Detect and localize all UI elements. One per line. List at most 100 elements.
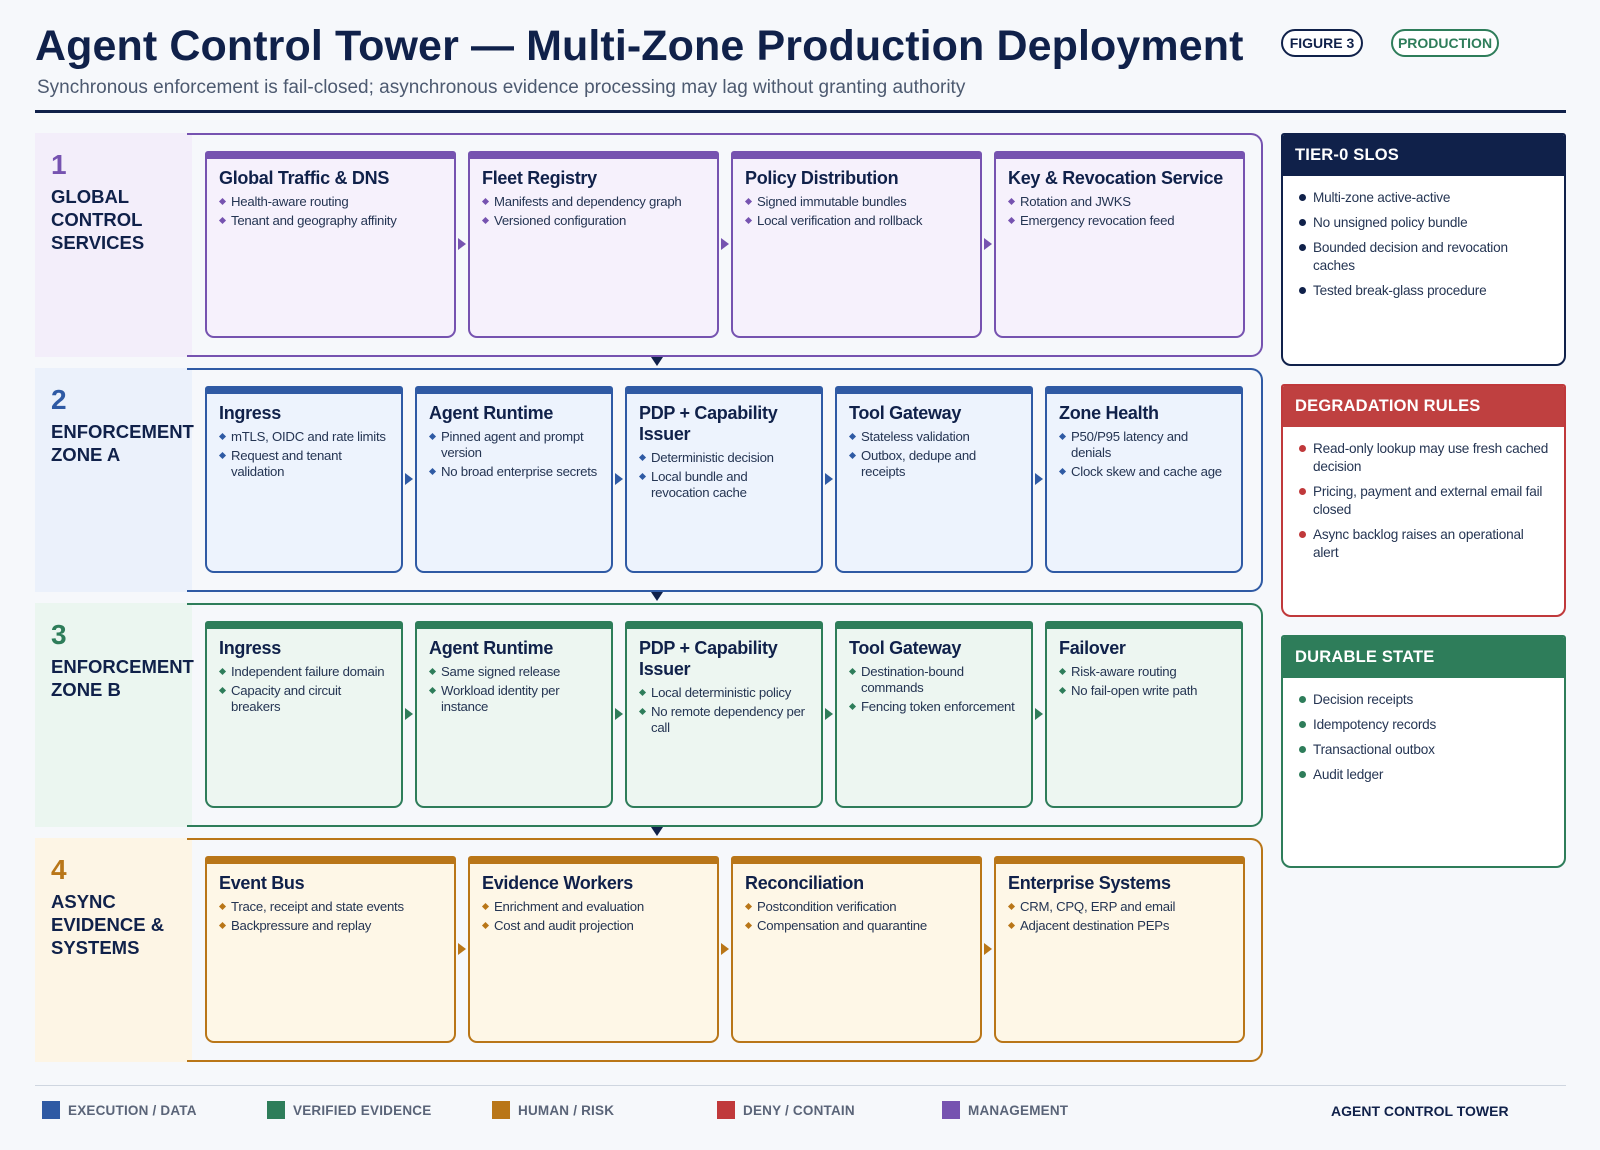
flow-arrow [1035, 473, 1043, 485]
component-card: PDP + Capability Issuer Local determinist… [625, 621, 823, 808]
feature-item: Capacity and circuit breakers [219, 683, 389, 715]
band-name: ENFORCEMENT ZONE A [51, 421, 194, 465]
component-title: Event Bus [219, 873, 305, 893]
degradation-rules-panel: DEGRADATION RULES Read-only lookup may us… [1281, 384, 1566, 617]
panel-title: TIER-0 SLOS [1283, 135, 1564, 176]
feature-item: Backpressure and replay [219, 918, 442, 934]
flow-arrow [721, 238, 729, 250]
feature-item: Pinned agent and prompt version [429, 429, 599, 461]
component-card: PDP + Capability Issuer Deterministic dec… [625, 386, 823, 573]
component-features: Health-aware routing Tenant and geography… [219, 194, 442, 229]
component-title: Global Traffic & DNS [219, 168, 390, 188]
header-divider [35, 110, 1566, 113]
panel-item: Bounded decision and revocation caches [1297, 239, 1552, 275]
flow-arrow [984, 943, 992, 955]
component-features: Rotation and JWKS Emergency revocation fe… [1008, 194, 1231, 229]
component-card: Tool Gateway Destination-bound commands Fe… [835, 621, 1033, 808]
component-features: Manifests and dependency graph Versioned … [482, 194, 705, 229]
legend-swatch [267, 1101, 285, 1119]
flow-arrow [405, 473, 413, 485]
panel-title: DURABLE STATE [1283, 637, 1564, 678]
feature-item: Deterministic decision [639, 450, 809, 466]
component-card: Tool Gateway Stateless validation Outbox, … [835, 386, 1033, 573]
band-flow-arrow [651, 827, 663, 836]
component-title: Enterprise Systems [1008, 873, 1171, 893]
component-title: Ingress [219, 638, 281, 658]
component-title: Agent Runtime [429, 403, 554, 423]
flow-arrow [458, 238, 466, 250]
tier0-slos-panel: TIER-0 SLOS Multi-zone active-active No un… [1281, 133, 1566, 366]
band-1: 1 GLOBAL CONTROL SERVICES Global Traffic &… [35, 133, 1263, 366]
legend-label: VERIFIED EVIDENCE [293, 1102, 432, 1118]
feature-item: Fencing token enforcement [849, 699, 1019, 715]
feature-item: Trace, receipt and state events [219, 899, 442, 915]
component-card: Fleet Registry Manifests and dependency g… [468, 151, 719, 338]
panel-item: Idempotency records [1297, 716, 1552, 734]
feature-item: Local verification and rollback [745, 213, 968, 229]
legend-item: HUMAN / RISK [492, 1101, 614, 1119]
band-number: 2 [51, 384, 67, 415]
flow-arrow [984, 238, 992, 250]
feature-item: Independent failure domain [219, 664, 389, 680]
feature-item: Postcondition verification [745, 899, 968, 915]
legend-item: MANAGEMENT [942, 1101, 1068, 1119]
panel-item: Multi-zone active-active [1297, 189, 1552, 207]
figure-badge: FIGURE 3 [1281, 29, 1363, 57]
component-card: Policy Distribution Signed immutable bund… [731, 151, 982, 338]
feature-item: Workload identity per instance [429, 683, 599, 715]
band-flow-arrow [651, 592, 663, 601]
feature-item: Enrichment and evaluation [482, 899, 705, 915]
feature-item: Destination-bound commands [849, 664, 1019, 696]
feature-item: Local deterministic policy [639, 685, 809, 701]
component-card: Agent Runtime Pinned agent and prompt ver… [415, 386, 613, 573]
feature-item: Cost and audit projection [482, 918, 705, 934]
component-title: Reconciliation [745, 873, 864, 893]
band-name: GLOBAL CONTROL SERVICES [51, 186, 145, 253]
flow-arrow [825, 473, 833, 485]
component-title: Fleet Registry [482, 168, 597, 188]
band-2: 2 ENFORCEMENT ZONE A Ingress mTLS, OIDC and… [35, 368, 1263, 601]
feature-item: Emergency revocation feed [1008, 213, 1231, 229]
feature-item: Risk-aware routing [1059, 664, 1229, 680]
component-card: Ingress mTLS, OIDC and rate limits Request… [205, 386, 403, 573]
component-card: Zone Health P50/P95 latency and denials Cl… [1045, 386, 1243, 573]
component-title: PDP + Capability Issuer [639, 403, 778, 444]
legend-swatch [942, 1101, 960, 1119]
component-card: Evidence Workers Enrichment and evaluatio… [468, 856, 719, 1043]
feature-item: No broad enterprise secrets [429, 464, 599, 480]
component-card: Global Traffic & DNS Health-aware routing… [205, 151, 456, 338]
feature-item: Stateless validation [849, 429, 1019, 445]
band-label: 1 GLOBAL CONTROL SERVICES [35, 133, 192, 357]
flow-arrow [405, 708, 413, 720]
feature-item: No remote dependency per call [639, 704, 809, 736]
component-title: Evidence Workers [482, 873, 633, 893]
component-features: P50/P95 latency and denials Clock skew an… [1059, 429, 1229, 480]
legend-swatch [717, 1101, 735, 1119]
flow-arrow [1035, 708, 1043, 720]
band-name: ASYNC EVIDENCE & SYSTEMS [51, 891, 165, 958]
legend-swatch [42, 1101, 60, 1119]
component-title: Ingress [219, 403, 281, 423]
component-card: Enterprise Systems CRM, CPQ, ERP and emai… [994, 856, 1245, 1043]
component-features: Independent failure domain Capacity and c… [219, 664, 389, 715]
feature-item: Signed immutable bundles [745, 194, 968, 210]
legend-item: VERIFIED EVIDENCE [267, 1101, 431, 1119]
feature-item: Outbox, dedupe and receipts [849, 448, 1019, 480]
component-title: Agent Runtime [429, 638, 554, 658]
panel-list: Read-only lookup may use fresh cached de… [1283, 427, 1564, 562]
band-3: 3 ENFORCEMENT ZONE B Ingress Independent fa… [35, 603, 1263, 836]
flow-arrow [825, 708, 833, 720]
panel-item: Read-only lookup may use fresh cached de… [1297, 440, 1552, 476]
feature-item: Clock skew and cache age [1059, 464, 1229, 480]
status-badge: PRODUCTION [1391, 29, 1499, 57]
durable-state-panel: DURABLE STATE Decision receipts Idempotenc… [1281, 635, 1566, 868]
component-features: Destination-bound commands Fencing token … [849, 664, 1019, 715]
feature-item: Request and tenant validation [219, 448, 389, 480]
component-card: Agent Runtime Same signed release Workload… [415, 621, 613, 808]
component-title: Tool Gateway [849, 638, 962, 658]
band-label: 4 ASYNC EVIDENCE & SYSTEMS [35, 838, 192, 1062]
feature-item: Rotation and JWKS [1008, 194, 1231, 210]
feature-item: Tenant and geography affinity [219, 213, 442, 229]
legend-label: MANAGEMENT [968, 1102, 1069, 1118]
feature-item: Compensation and quarantine [745, 918, 968, 934]
